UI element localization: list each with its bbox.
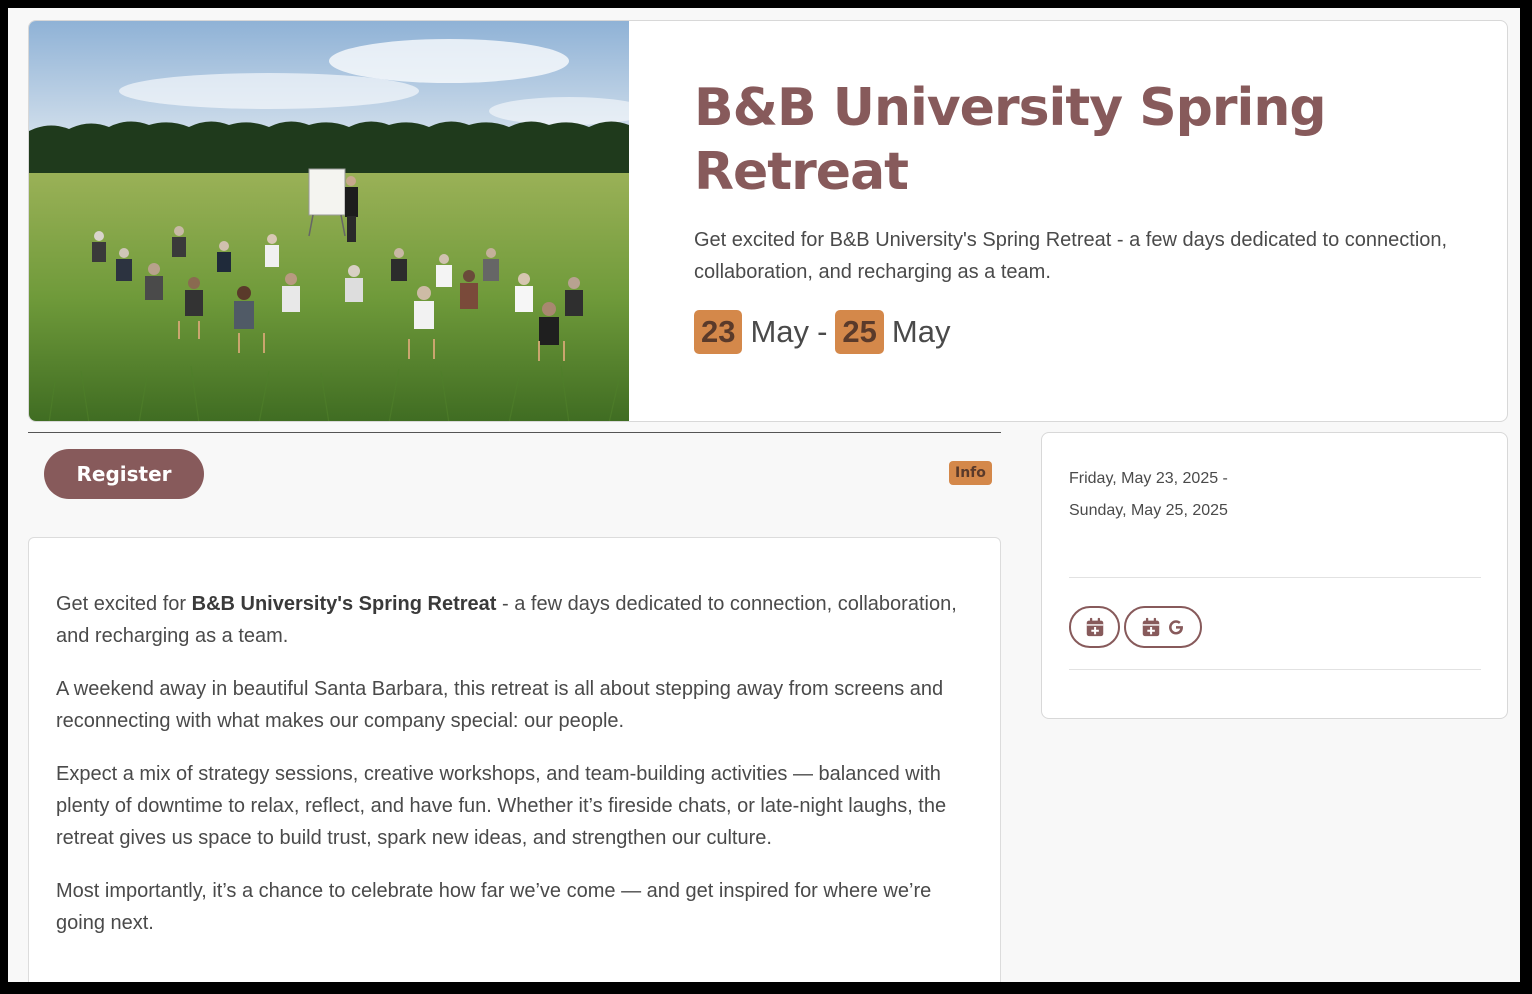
date-range-text: Friday, May 23, 2025 - Sunday, May 25, 2… (1069, 463, 1228, 527)
end-day-badge: 25 (835, 310, 884, 354)
hero-image (29, 21, 629, 421)
date-start: Friday, May 23, 2025 - (1069, 470, 1228, 487)
start-day-badge: 23 (694, 310, 743, 354)
start-month: May (750, 314, 810, 349)
description-paragraph-3: Expect a mix of strategy sessions, creat… (56, 763, 947, 849)
hero-text: B&B University Spring Retreat Get excite… (694, 76, 1454, 354)
intro-prefix: Get excited for (56, 593, 192, 615)
hero-card: B&B University Spring Retreat Get excite… (28, 20, 1508, 422)
section-divider (28, 432, 1001, 433)
date-separator: - (817, 314, 828, 349)
info-badge: Info (949, 461, 992, 485)
add-to-calendar-button[interactable] (1069, 606, 1120, 648)
intro-bold: B&B University's Spring Retreat (191, 593, 497, 615)
description-paragraph-1: Get excited for B&B University's Spring … (56, 588, 976, 652)
calendar-plus-icon (1142, 617, 1159, 637)
end-month: May (891, 314, 951, 349)
calendar-buttons (1069, 606, 1202, 648)
event-description-card: Get excited for B&B University's Spring … (28, 537, 1001, 982)
sidebar-divider-bottom (1069, 669, 1481, 670)
add-to-google-calendar-button[interactable] (1124, 606, 1202, 648)
calendar-plus-icon (1086, 617, 1103, 637)
event-title: B&B University Spring Retreat (694, 78, 1327, 202)
google-g-icon (1168, 620, 1183, 635)
description-paragraph-2: A weekend away in beautiful Santa Barbar… (56, 678, 944, 732)
event-date-range: 23 May - 25 May (694, 310, 1454, 354)
sidebar-divider-top (1069, 577, 1481, 578)
description-paragraph-4: Most importantly, it’s a chance to celeb… (56, 880, 932, 934)
event-summary: Get excited for B&B University's Spring … (694, 229, 1448, 283)
event-page: B&B University Spring Retreat Get excite… (8, 8, 1520, 982)
register-button[interactable]: Register (44, 449, 204, 499)
field-photo (29, 21, 629, 421)
event-details-sidebar: Friday, May 23, 2025 - Sunday, May 25, 2… (1041, 432, 1508, 719)
date-end: Sunday, May 25, 2025 (1069, 502, 1228, 519)
